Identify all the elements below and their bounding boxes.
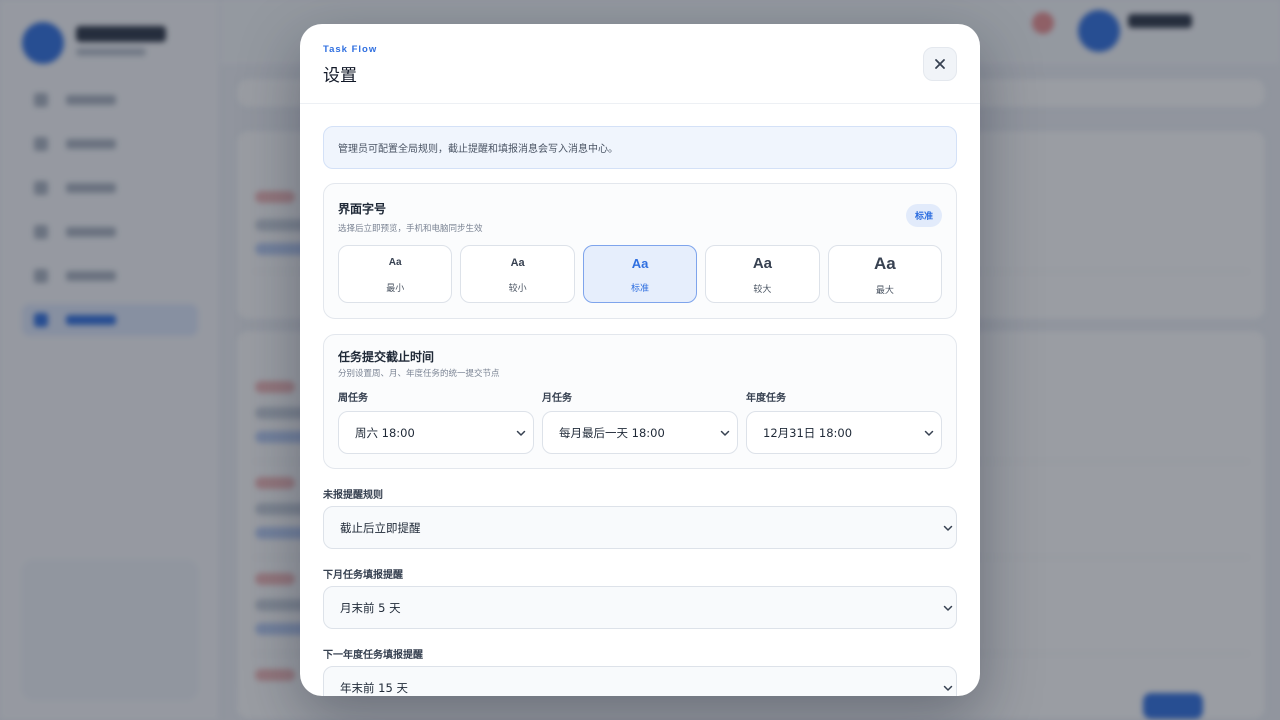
current-size-badge: 标准: [905, 204, 942, 227]
font-sample: Aa: [510, 257, 525, 269]
monthly-deadline-value: 每月最后一天 18:00: [559, 425, 665, 440]
deadline-title: 任务提交截止时间: [338, 350, 435, 364]
font-size-panel: 界面字号 选择后立即预览，手机和电脑同步生效 标准 Aa 最小 Aa 较小 Aa…: [323, 183, 957, 319]
weekly-deadline-select[interactable]: 周六 18:00: [338, 411, 534, 454]
font-sample: Aa: [388, 257, 402, 268]
yearly-deadline-value: 12月31日 18:00: [763, 425, 853, 440]
next-month-reminder-value: 月末前 5 天: [340, 600, 401, 615]
font-size-label: 较大: [753, 285, 772, 295]
app-kicker: Task Flow: [323, 44, 378, 55]
next-year-reminder-value: 年末前 15 天: [340, 680, 408, 695]
deadline-subtitle: 分别设置周、月、年度任务的统一提交节点: [338, 369, 500, 379]
close-icon: [935, 59, 945, 69]
weekly-deadline-field: 周任务 周六 18:00: [338, 389, 534, 454]
font-sample: Aa: [631, 256, 649, 271]
font-size-label: 标准: [631, 284, 650, 294]
font-sample: Aa: [873, 254, 896, 273]
next-month-reminder-label: 下月任务填报提醒: [323, 570, 403, 581]
font-size-title: 界面字号: [338, 202, 387, 216]
yearly-label: 年度任务: [746, 393, 786, 404]
font-size-option-largest[interactable]: Aa 最大: [827, 245, 943, 303]
font-size-option-large[interactable]: Aa 较大: [705, 245, 820, 303]
deadline-panel: 任务提交截止时间 分别设置周、月、年度任务的统一提交节点 周任务 周六 18:0…: [323, 334, 957, 469]
next-year-reminder-select[interactable]: 年末前 15 天: [323, 666, 957, 696]
chevron-down-icon: [516, 430, 526, 436]
deadline-columns: 周任务 周六 18:00 月任务 每月最后一天 18:00 年度任务 12月31…: [338, 389, 942, 454]
monthly-label: 月任务: [542, 393, 572, 404]
weekly-label: 周任务: [338, 393, 368, 404]
font-size-option-standard[interactable]: Aa 标准: [582, 245, 698, 303]
font-size-label: 最小: [386, 284, 405, 294]
chevron-down-icon: [943, 685, 953, 691]
chevron-down-icon: [943, 525, 953, 531]
yearly-deadline-select[interactable]: 12月31日 18:00: [746, 411, 942, 454]
font-size-label: 最大: [875, 286, 894, 296]
font-size-subtitle: 选择后立即预览，手机和电脑同步生效: [338, 224, 483, 234]
monthly-deadline-select[interactable]: 每月最后一天 18:00: [542, 411, 738, 454]
close-button[interactable]: [923, 47, 957, 81]
font-size-option-smallest[interactable]: Aa 最小: [338, 245, 453, 303]
overdue-reminder-select[interactable]: 截止后立即提醒: [323, 506, 957, 549]
settings-modal: Task Flow 设置 管理员可配置全局规则，截止提醒和填报消息会写入消息中心…: [300, 24, 980, 696]
font-size-option-small[interactable]: Aa 较小: [460, 245, 575, 303]
info-notice: 管理员可配置全局规则，截止提醒和填报消息会写入消息中心。: [323, 126, 957, 169]
modal-header: Task Flow 设置: [300, 24, 980, 104]
font-size-options: Aa 最小 Aa 较小 Aa 标准 Aa 较大 Aa 最大: [338, 245, 943, 303]
font-sample: Aa: [752, 255, 773, 272]
weekly-deadline-value: 周六 18:00: [355, 425, 415, 440]
yearly-deadline-field: 年度任务 12月31日 18:00: [746, 389, 942, 454]
next-month-reminder-select[interactable]: 月末前 5 天: [323, 586, 957, 629]
chevron-down-icon: [924, 430, 934, 436]
next-year-reminder-label: 下一年度任务填报提醒: [323, 650, 423, 661]
overdue-reminder-value: 截止后立即提醒: [340, 520, 421, 535]
monthly-deadline-field: 月任务 每月最后一天 18:00: [542, 389, 738, 454]
chevron-down-icon: [720, 430, 730, 436]
modal-title: 设置: [323, 66, 357, 86]
chevron-down-icon: [943, 605, 953, 611]
overdue-reminder-label: 未报提醒规则: [323, 490, 383, 501]
font-size-label: 较小: [508, 284, 527, 294]
